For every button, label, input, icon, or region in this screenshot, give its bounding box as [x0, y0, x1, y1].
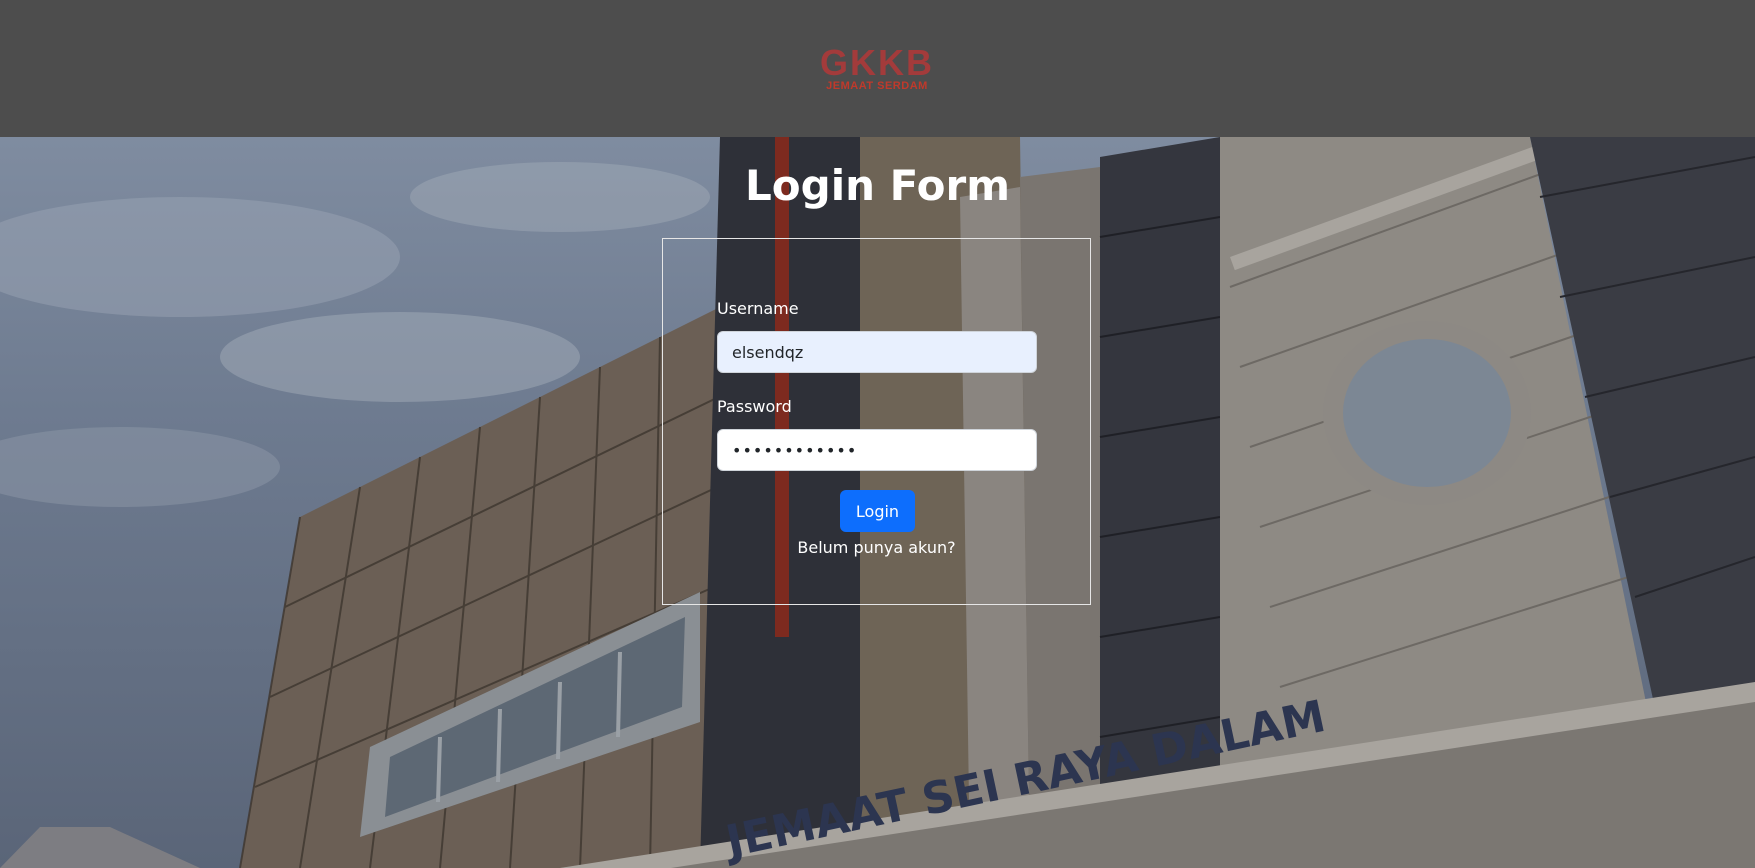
password-field[interactable] [717, 429, 1037, 471]
top-header: GKKB JEMAAT SERDAM [0, 0, 1755, 137]
login-form: Username Password Login Belum punya akun… [662, 238, 1091, 605]
logo-text: GKKB [820, 42, 934, 83]
page-title: Login Form [745, 161, 1010, 210]
logo-subtitle: JEMAAT SERDAM [826, 80, 928, 92]
username-label: Username [717, 299, 799, 318]
register-link[interactable]: Belum punya akun? [663, 538, 1090, 558]
password-label: Password [717, 397, 792, 416]
gkkb-logo[interactable]: GKKB JEMAAT SERDAM [815, 42, 939, 93]
login-button[interactable]: Login [840, 490, 915, 532]
username-field[interactable] [717, 331, 1037, 373]
